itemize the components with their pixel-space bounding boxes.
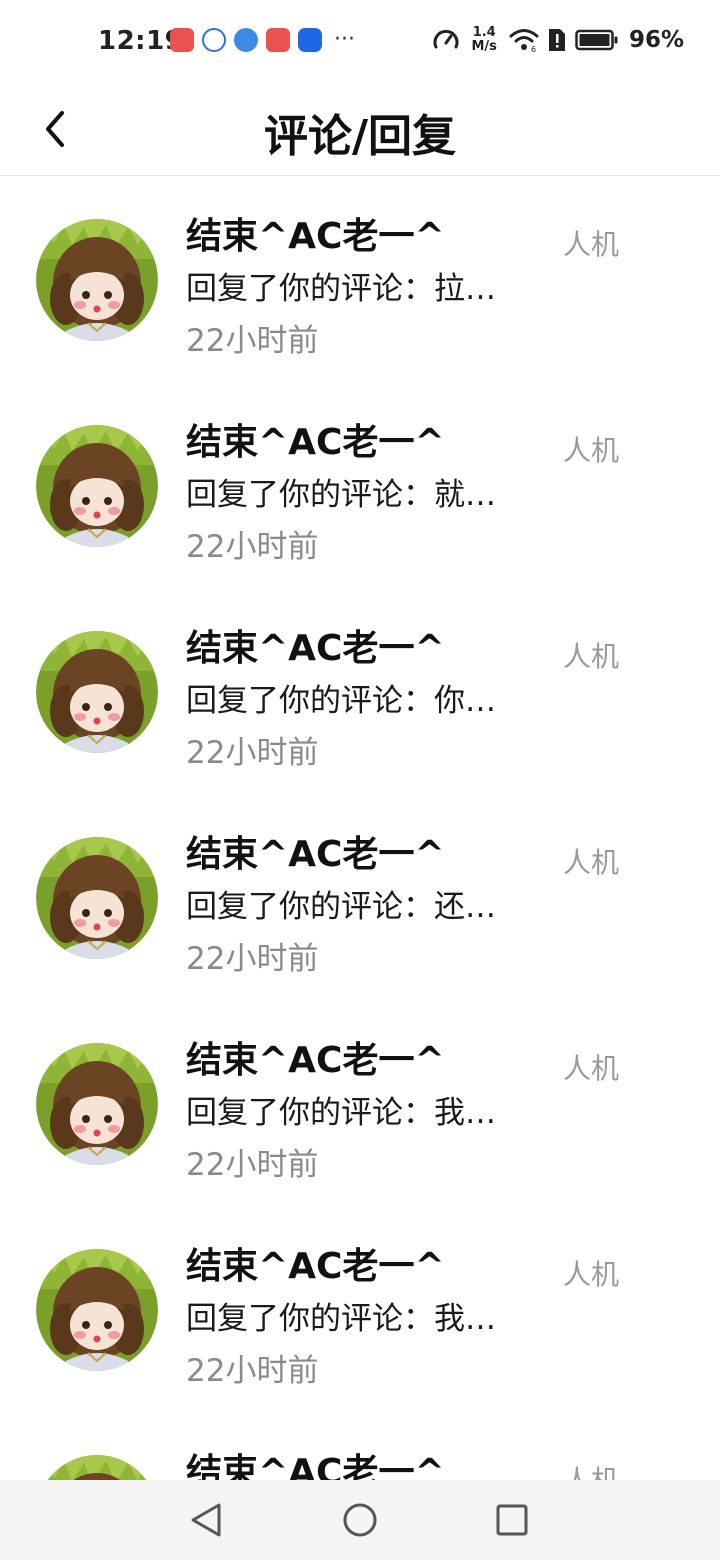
reply-text: 回复了你的评论：你… xyxy=(186,683,496,719)
battery-percent: 96% xyxy=(628,27,684,53)
more-notifications-icon: ··· xyxy=(334,27,355,52)
notification-icons: ··· xyxy=(170,28,355,52)
reply-text: 回复了你的评论：我… xyxy=(186,1095,496,1131)
sender-name[interactable]: 结束^AC老一^ xyxy=(186,1443,445,1480)
comment-item[interactable]: 结束^AC老一^ 回复了你的评论：就… 22小时前 人机 xyxy=(0,383,720,589)
bot-tag: 人机 xyxy=(563,640,620,673)
triangle-back-icon xyxy=(191,1503,221,1537)
sender-name[interactable]: 结束^AC老一^ xyxy=(186,207,445,259)
sender-name[interactable]: 结束^AC老一^ xyxy=(186,413,445,465)
circle-home-icon xyxy=(343,1503,377,1537)
shopping-app-icon xyxy=(170,28,194,52)
nav-recents-button[interactable] xyxy=(492,1500,532,1540)
avatar[interactable] xyxy=(36,837,158,959)
avatar[interactable] xyxy=(36,219,158,341)
system-navigation-bar xyxy=(0,1480,720,1560)
reply-time: 22小时前 xyxy=(186,323,319,359)
speedometer-icon xyxy=(433,29,458,49)
reply-text: 回复了你的评论：还… xyxy=(186,889,496,925)
page-title: 评论/回复 xyxy=(263,111,457,162)
sender-name[interactable]: 结束^AC老一^ xyxy=(186,619,445,671)
battery-icon xyxy=(575,29,618,51)
app-header: 评论/回复 xyxy=(0,84,720,176)
comment-item[interactable]: 结束^AC老一^ 人机 xyxy=(0,1413,720,1480)
avatar[interactable] xyxy=(36,1249,158,1371)
svg-text:6: 6 xyxy=(531,45,536,53)
sender-name[interactable]: 结束^AC老一^ xyxy=(186,1237,445,1289)
network-speed-unit: M/s xyxy=(471,39,497,54)
reply-time: 22小时前 xyxy=(186,941,319,977)
comment-list[interactable]: 结束^AC老一^ 回复了你的评论：拉… 22小时前 人机 结束^AC老一^ 回复了你的评论… xyxy=(0,177,720,1480)
comment-item[interactable]: 结束^AC老一^ 回复了你的评论：还… 22小时前 人机 xyxy=(0,795,720,1001)
sender-name[interactable]: 结束^AC老一^ xyxy=(186,825,445,877)
reply-text: 回复了你的评论：拉… xyxy=(186,271,496,307)
network-speed: 1.4 M/s xyxy=(472,26,497,54)
avatar[interactable] xyxy=(36,631,158,753)
reply-time: 22小时前 xyxy=(186,1147,319,1183)
bot-tag: 人机 xyxy=(563,1258,620,1291)
bot-tag: 人机 xyxy=(563,228,620,261)
baidu-paw-icon xyxy=(202,28,226,52)
reply-time: 22小时前 xyxy=(186,529,319,565)
sim-alert-icon xyxy=(548,29,565,51)
system-icons: 1.4 M/s 6 96% xyxy=(432,26,684,54)
wifi-icon: 6 xyxy=(509,29,539,53)
nav-home-button[interactable] xyxy=(340,1500,380,1540)
reply-time: 22小时前 xyxy=(186,1353,319,1389)
reply-time: 22小时前 xyxy=(186,735,319,771)
avatar[interactable] xyxy=(36,425,158,547)
screen: 12:19 ··· 1.4 M/s 6 96% 评论/回复 结束^AC老一^ 回… xyxy=(0,0,720,1560)
avatar[interactable] xyxy=(36,1043,158,1165)
browser-globe-icon xyxy=(234,28,258,52)
comment-item[interactable]: 结束^AC老一^ 回复了你的评论：你… 22小时前 人机 xyxy=(0,589,720,795)
reply-text: 回复了你的评论：就… xyxy=(186,477,496,513)
avatar[interactable] xyxy=(36,1455,158,1480)
sender-name[interactable]: 结束^AC老一^ xyxy=(186,1031,445,1083)
bot-tag: 人机 xyxy=(563,1459,619,1480)
nav-back-button[interactable] xyxy=(186,1500,226,1540)
comment-item[interactable]: 结束^AC老一^ 回复了你的评论：我… 22小时前 人机 xyxy=(0,1207,720,1413)
status-bar: 12:19 ··· 1.4 M/s 6 96% xyxy=(0,0,720,84)
square-recents-icon xyxy=(496,1504,528,1536)
shopping-app-icon xyxy=(266,28,290,52)
network-speed-value: 1.4 xyxy=(472,25,496,40)
reply-text: 回复了你的评论：我… xyxy=(186,1301,496,1337)
lightbulb-app-icon xyxy=(298,28,322,52)
bot-tag: 人机 xyxy=(563,1052,620,1085)
comment-item[interactable]: 结束^AC老一^ 回复了你的评论：我… 22小时前 人机 xyxy=(0,1001,720,1207)
bot-tag: 人机 xyxy=(563,846,620,879)
comment-item[interactable]: 结束^AC老一^ 回复了你的评论：拉… 22小时前 人机 xyxy=(0,177,720,383)
bot-tag: 人机 xyxy=(563,434,620,467)
